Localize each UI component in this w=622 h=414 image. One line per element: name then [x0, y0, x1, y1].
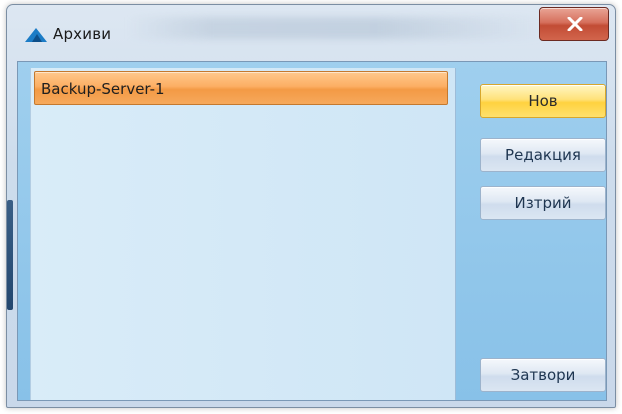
background-blur — [127, 17, 547, 39]
archives-dialog: Архиви Backup-Server-1 Нов Редакция Изтр… — [6, 4, 616, 408]
window-title: Архиви — [53, 25, 112, 43]
dialog-body: Backup-Server-1 Нов Редакция Изтрий Затв… — [17, 61, 607, 401]
app-logo-icon — [25, 28, 47, 42]
title-bar[interactable]: Архиви — [7, 5, 615, 59]
list-item-label: Backup-Server-1 — [41, 80, 165, 98]
edit-button[interactable]: Редакция — [480, 138, 606, 172]
delete-button[interactable]: Изтрий — [480, 186, 606, 220]
archives-list[interactable]: Backup-Server-1 — [30, 68, 456, 400]
close-window-button[interactable] — [539, 7, 609, 41]
list-item[interactable]: Backup-Server-1 — [34, 71, 448, 105]
new-button[interactable]: Нов — [480, 84, 606, 118]
window-edge-decoration — [7, 200, 13, 310]
close-button[interactable]: Затвори — [480, 358, 606, 392]
close-icon — [567, 17, 583, 31]
